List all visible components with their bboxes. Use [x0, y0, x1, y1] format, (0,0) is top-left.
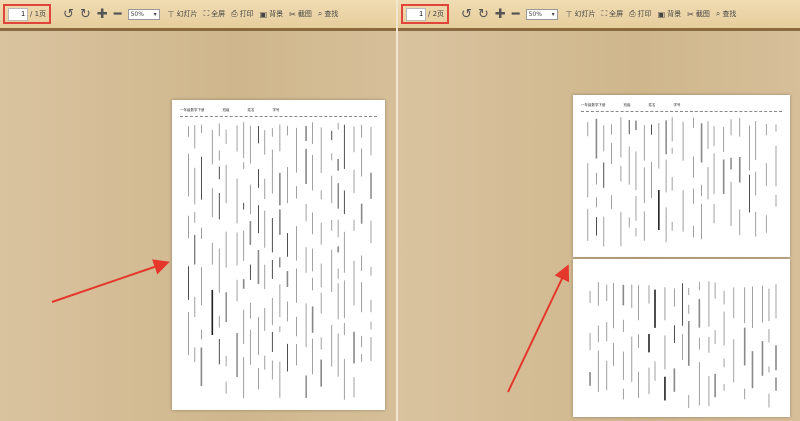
document-page: 一年级数学下册 班级 姓名 学号: [172, 100, 385, 410]
background-icon: ▣: [259, 9, 268, 19]
zoom-out-icon[interactable]: ━: [114, 8, 122, 21]
toolbar: / 2页 ↺ ↻ ✚ ━ 50%▾ ⊤幻灯片 ⛶全屏 ⎙打印 ▣背景 ✂截图 ⌕查找: [398, 0, 800, 31]
print-button[interactable]: ⎙ 打印: [629, 9, 651, 19]
screenshot-icon: ✂: [687, 9, 694, 19]
slideshow-icon: ⊤: [565, 9, 573, 19]
page-indicator: / 2页: [401, 4, 450, 24]
screenshot-button[interactable]: ✂ 截图: [289, 9, 312, 19]
fullscreen-button[interactable]: ⛶ 全屏: [204, 9, 226, 19]
rotate-left-icon[interactable]: ↺: [461, 8, 472, 21]
background-button[interactable]: ▣ 背景: [658, 9, 682, 19]
search-button[interactable]: ⌕ 查找: [318, 9, 338, 19]
page-total: / 2页: [428, 10, 445, 18]
slideshow-button[interactable]: ⊤ 幻灯片: [168, 9, 198, 19]
rotate-right-icon[interactable]: ↻: [80, 8, 91, 21]
zoom-in-icon[interactable]: ✚: [495, 8, 506, 21]
background-icon: ▣: [657, 9, 666, 19]
rotate-left-icon[interactable]: ↺: [63, 8, 74, 21]
document-page-2: [573, 259, 790, 417]
print-button[interactable]: ⎙ 打印: [231, 9, 253, 19]
zoom-select[interactable]: 50% ▾: [127, 8, 160, 20]
document-content: [188, 122, 372, 400]
slideshow-icon: ⊤: [167, 9, 175, 19]
fullscreen-icon: ⛶: [203, 9, 210, 18]
page-total: / 1页: [30, 10, 47, 18]
print-icon: ⎙: [231, 9, 238, 18]
viewer-pane-left: / 1页 ↺ ↻ ✚ ━ 50%▾ ⊤幻灯片 ⛶全屏 ⎙打印 ▣背景 ✂截图 ⌕查找 一年…: [0, 0, 396, 421]
document-content: [587, 117, 777, 247]
print-icon: ⎙: [629, 9, 636, 18]
search-icon: ⌕: [715, 9, 721, 18]
screenshot-icon: ✂: [289, 9, 296, 19]
page-input[interactable]: [406, 7, 426, 21]
background-button[interactable]: ▣ 背景: [260, 9, 284, 19]
fullscreen-button[interactable]: ⛶ 全屏: [602, 9, 624, 19]
viewer-pane-right: / 2页 ↺ ↻ ✚ ━ 50%▾ ⊤幻灯片 ⛶全屏 ⎙打印 ▣背景 ✂截图 ⌕查找 一年…: [398, 0, 800, 421]
search-icon: ⌕: [317, 9, 323, 18]
zoom-out-icon[interactable]: ━: [512, 8, 520, 21]
page-input[interactable]: [8, 7, 28, 21]
document-content: [589, 281, 777, 409]
zoom-in-icon[interactable]: ✚: [97, 8, 108, 21]
slideshow-button[interactable]: ⊤ 幻灯片: [566, 9, 596, 19]
page-indicator: / 1页: [3, 4, 52, 24]
document-page-1: 一年级数学下册 班级 姓名 学号: [573, 95, 790, 257]
search-button[interactable]: ⌕ 查找: [716, 9, 736, 19]
rotate-right-icon[interactable]: ↻: [478, 8, 489, 21]
toolbar: / 1页 ↺ ↻ ✚ ━ 50%▾ ⊤幻灯片 ⛶全屏 ⎙打印 ▣背景 ✂截图 ⌕查找: [0, 0, 396, 31]
screenshot-button[interactable]: ✂ 截图: [687, 9, 710, 19]
fullscreen-icon: ⛶: [601, 9, 608, 18]
zoom-select[interactable]: 50% ▾: [525, 8, 558, 20]
